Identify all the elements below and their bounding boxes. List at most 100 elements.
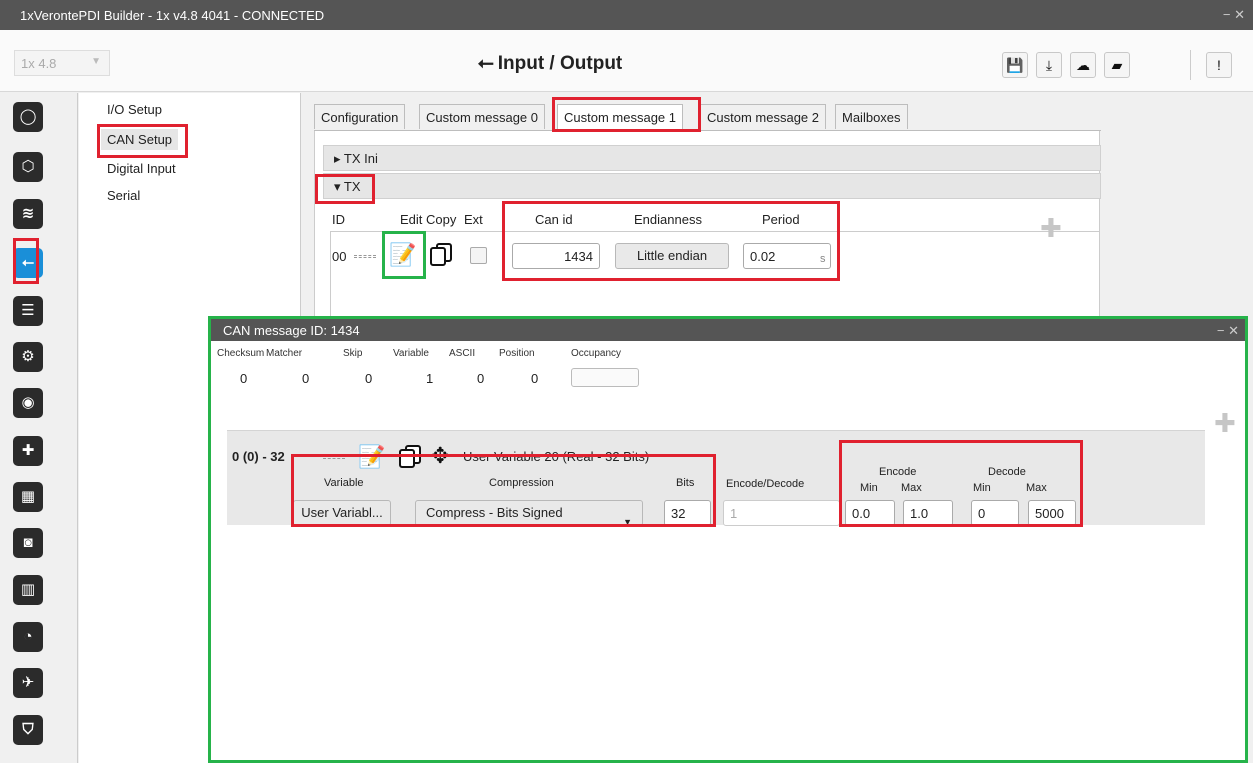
head-encode-decode: Encode/Decode	[726, 478, 805, 490]
head-encode-max: Max	[901, 482, 922, 494]
stat-value-matcher: 0	[302, 371, 310, 386]
window-titlebar: 1xVerontePDI Builder - 1x v4.8 4041 - CO…	[0, 0, 1253, 30]
camera-icon[interactable]: ◙	[13, 528, 43, 558]
accordion-tx-label: TX	[343, 179, 361, 194]
col-head-ext: Ext	[464, 212, 483, 227]
save-icon[interactable]: 💾	[1002, 52, 1028, 78]
edit-icon[interactable]: 📝	[357, 444, 387, 470]
variable-select-button[interactable]: User Variabl...	[293, 500, 391, 526]
encode-max-field[interactable]: 1.0	[903, 500, 953, 526]
drag-handle-icon[interactable]	[323, 456, 345, 459]
period-value: 0.02	[750, 249, 776, 264]
toolbar-separator	[1190, 50, 1191, 80]
cloud-upload-icon[interactable]: ☁	[1070, 52, 1096, 78]
head-decode: Decode	[988, 466, 1026, 478]
stat-label-position: Position	[499, 348, 535, 359]
head-encode: Encode	[879, 466, 917, 478]
window-controls[interactable]: − ✕	[1223, 7, 1245, 23]
accordion-tx-ini[interactable]: ▸ TX Ini	[323, 145, 1101, 171]
can-id-field[interactable]: 1434	[512, 243, 600, 269]
stat-label-occupancy: Occupancy	[571, 348, 622, 359]
compression-select[interactable]: Compress - Bits Signed ▼	[415, 500, 643, 527]
copy-icon[interactable]	[430, 243, 452, 267]
compression-value: Compress - Bits Signed	[426, 505, 563, 520]
gears-icon[interactable]: ⚙	[13, 342, 43, 372]
occupancy-bar	[571, 368, 639, 387]
download-icon[interactable]: ⤓	[1036, 52, 1062, 78]
stat-value-position: 0	[531, 371, 539, 386]
head-bits: Bits	[676, 477, 695, 489]
encode-decode-field[interactable]: 1	[723, 500, 840, 526]
ext-checkbox[interactable]	[470, 247, 487, 264]
sliders-icon[interactable]: ☰	[13, 296, 43, 326]
tab-custom-message-1[interactable]: Custom message 1	[557, 104, 683, 129]
usb-icon[interactable]: ⭠	[13, 248, 43, 278]
stat-label-checksum: Checksum	[217, 348, 265, 359]
window-title: 1xVerontePDI Builder - 1x v4.8 4041 - CO…	[20, 8, 325, 23]
field-block: 0 (0) - 32 📝 ✥ User Variable 20 (Real - …	[227, 430, 1205, 527]
add-icon[interactable]: ✚	[1040, 213, 1062, 244]
folder-open-icon[interactable]: ▰	[1104, 52, 1130, 78]
decode-min-field[interactable]: 0	[971, 500, 1019, 526]
grid-icon[interactable]: ▦	[13, 482, 43, 512]
add-icon[interactable]: ✚	[1214, 408, 1236, 439]
tab-configuration[interactable]: Configuration	[314, 104, 406, 129]
app-header: 1x 4.8 ▼ ⭠ Input / Output 💾 ⤓ ☁ ▰ !	[0, 30, 1253, 92]
setup-item-digital-input[interactable]: Digital Input	[107, 161, 176, 176]
caret-down-icon: ▾	[334, 179, 344, 194]
endianness-button[interactable]: Little endian	[615, 243, 729, 269]
rss-icon[interactable]: ≋	[13, 199, 43, 229]
bits-field[interactable]: 32	[664, 500, 711, 526]
decode-max-field[interactable]: 5000	[1028, 500, 1076, 526]
period-field[interactable]: 0.02	[743, 243, 831, 269]
page-title: ⭠ Input / Output	[0, 52, 1100, 75]
encode-min-field[interactable]: 0.0	[845, 500, 895, 526]
col-head-copy: Copy	[426, 212, 457, 227]
stat-label-skip: Skip	[343, 348, 363, 359]
head-compression: Compression	[489, 477, 554, 489]
setup-item-io[interactable]: I/O Setup	[107, 102, 162, 117]
edit-icon[interactable]: 📝	[388, 242, 418, 268]
col-head-id: ID	[332, 212, 345, 227]
icon-sidebar: ◯ ⬡ ≋ ⭠ ☰ ⚙ ◉ ✚ ▦ ◙ ▥ ◔ ✈ ⛉	[0, 93, 78, 763]
gauge-icon[interactable]: ◔	[13, 622, 43, 652]
chevron-down-icon: ▼	[623, 517, 632, 527]
plane-icon[interactable]: ✈	[13, 668, 43, 698]
stat-label-matcher: Matcher	[266, 348, 303, 359]
field-description: User Variable 20 (Real - 32 Bits)	[463, 449, 650, 464]
accordion-tx[interactable]: ▾ TX	[323, 173, 1101, 199]
gamepad-icon[interactable]: ✚	[13, 436, 43, 466]
broadcast-icon[interactable]: ◉	[13, 388, 43, 418]
setup-item-serial[interactable]: Serial	[107, 188, 140, 203]
chart-icon[interactable]: ▥	[13, 575, 43, 605]
stat-label-ascii: ASCII	[449, 348, 476, 359]
head-decode-min: Min	[973, 482, 991, 494]
dialog-controls[interactable]: − ✕	[1217, 323, 1239, 339]
col-head-period: Period	[762, 212, 800, 227]
info-icon[interactable]: !	[1206, 52, 1232, 78]
page-title-text: Input / Output	[497, 53, 623, 74]
col-head-edit: Edit	[400, 212, 423, 227]
tab-custom-message-2[interactable]: Custom message 2	[700, 104, 826, 129]
shield-icon[interactable]: ⛉	[13, 715, 43, 745]
head-variable: Variable	[324, 477, 364, 489]
stat-value-variable: 1	[426, 371, 434, 386]
stat-value-ascii: 0	[477, 371, 485, 386]
stat-label-variable: Variable	[393, 348, 429, 359]
drag-handle-icon[interactable]	[354, 255, 376, 258]
setup-item-can[interactable]: CAN Setup	[101, 129, 179, 150]
col-head-endianness: Endianness	[634, 212, 702, 227]
usb-icon: ⭠	[477, 52, 494, 74]
sphere-icon[interactable]: ⬡	[13, 152, 43, 182]
stat-value-skip: 0	[365, 371, 373, 386]
move-icon[interactable]: ✥	[431, 443, 449, 469]
power-icon[interactable]: ◯	[13, 102, 43, 132]
tab-custom-message-0[interactable]: Custom message 0	[419, 104, 545, 129]
accordion-tx-ini-label: TX Ini	[343, 151, 378, 166]
copy-icon[interactable]	[399, 445, 421, 469]
caret-right-icon: ▸	[334, 151, 344, 166]
period-unit: s	[820, 253, 826, 265]
dialog-title: CAN message ID: 1434	[223, 323, 360, 338]
dialog-titlebar: CAN message ID: 1434 − ✕	[211, 319, 1245, 341]
tab-mailboxes[interactable]: Mailboxes	[835, 104, 908, 129]
